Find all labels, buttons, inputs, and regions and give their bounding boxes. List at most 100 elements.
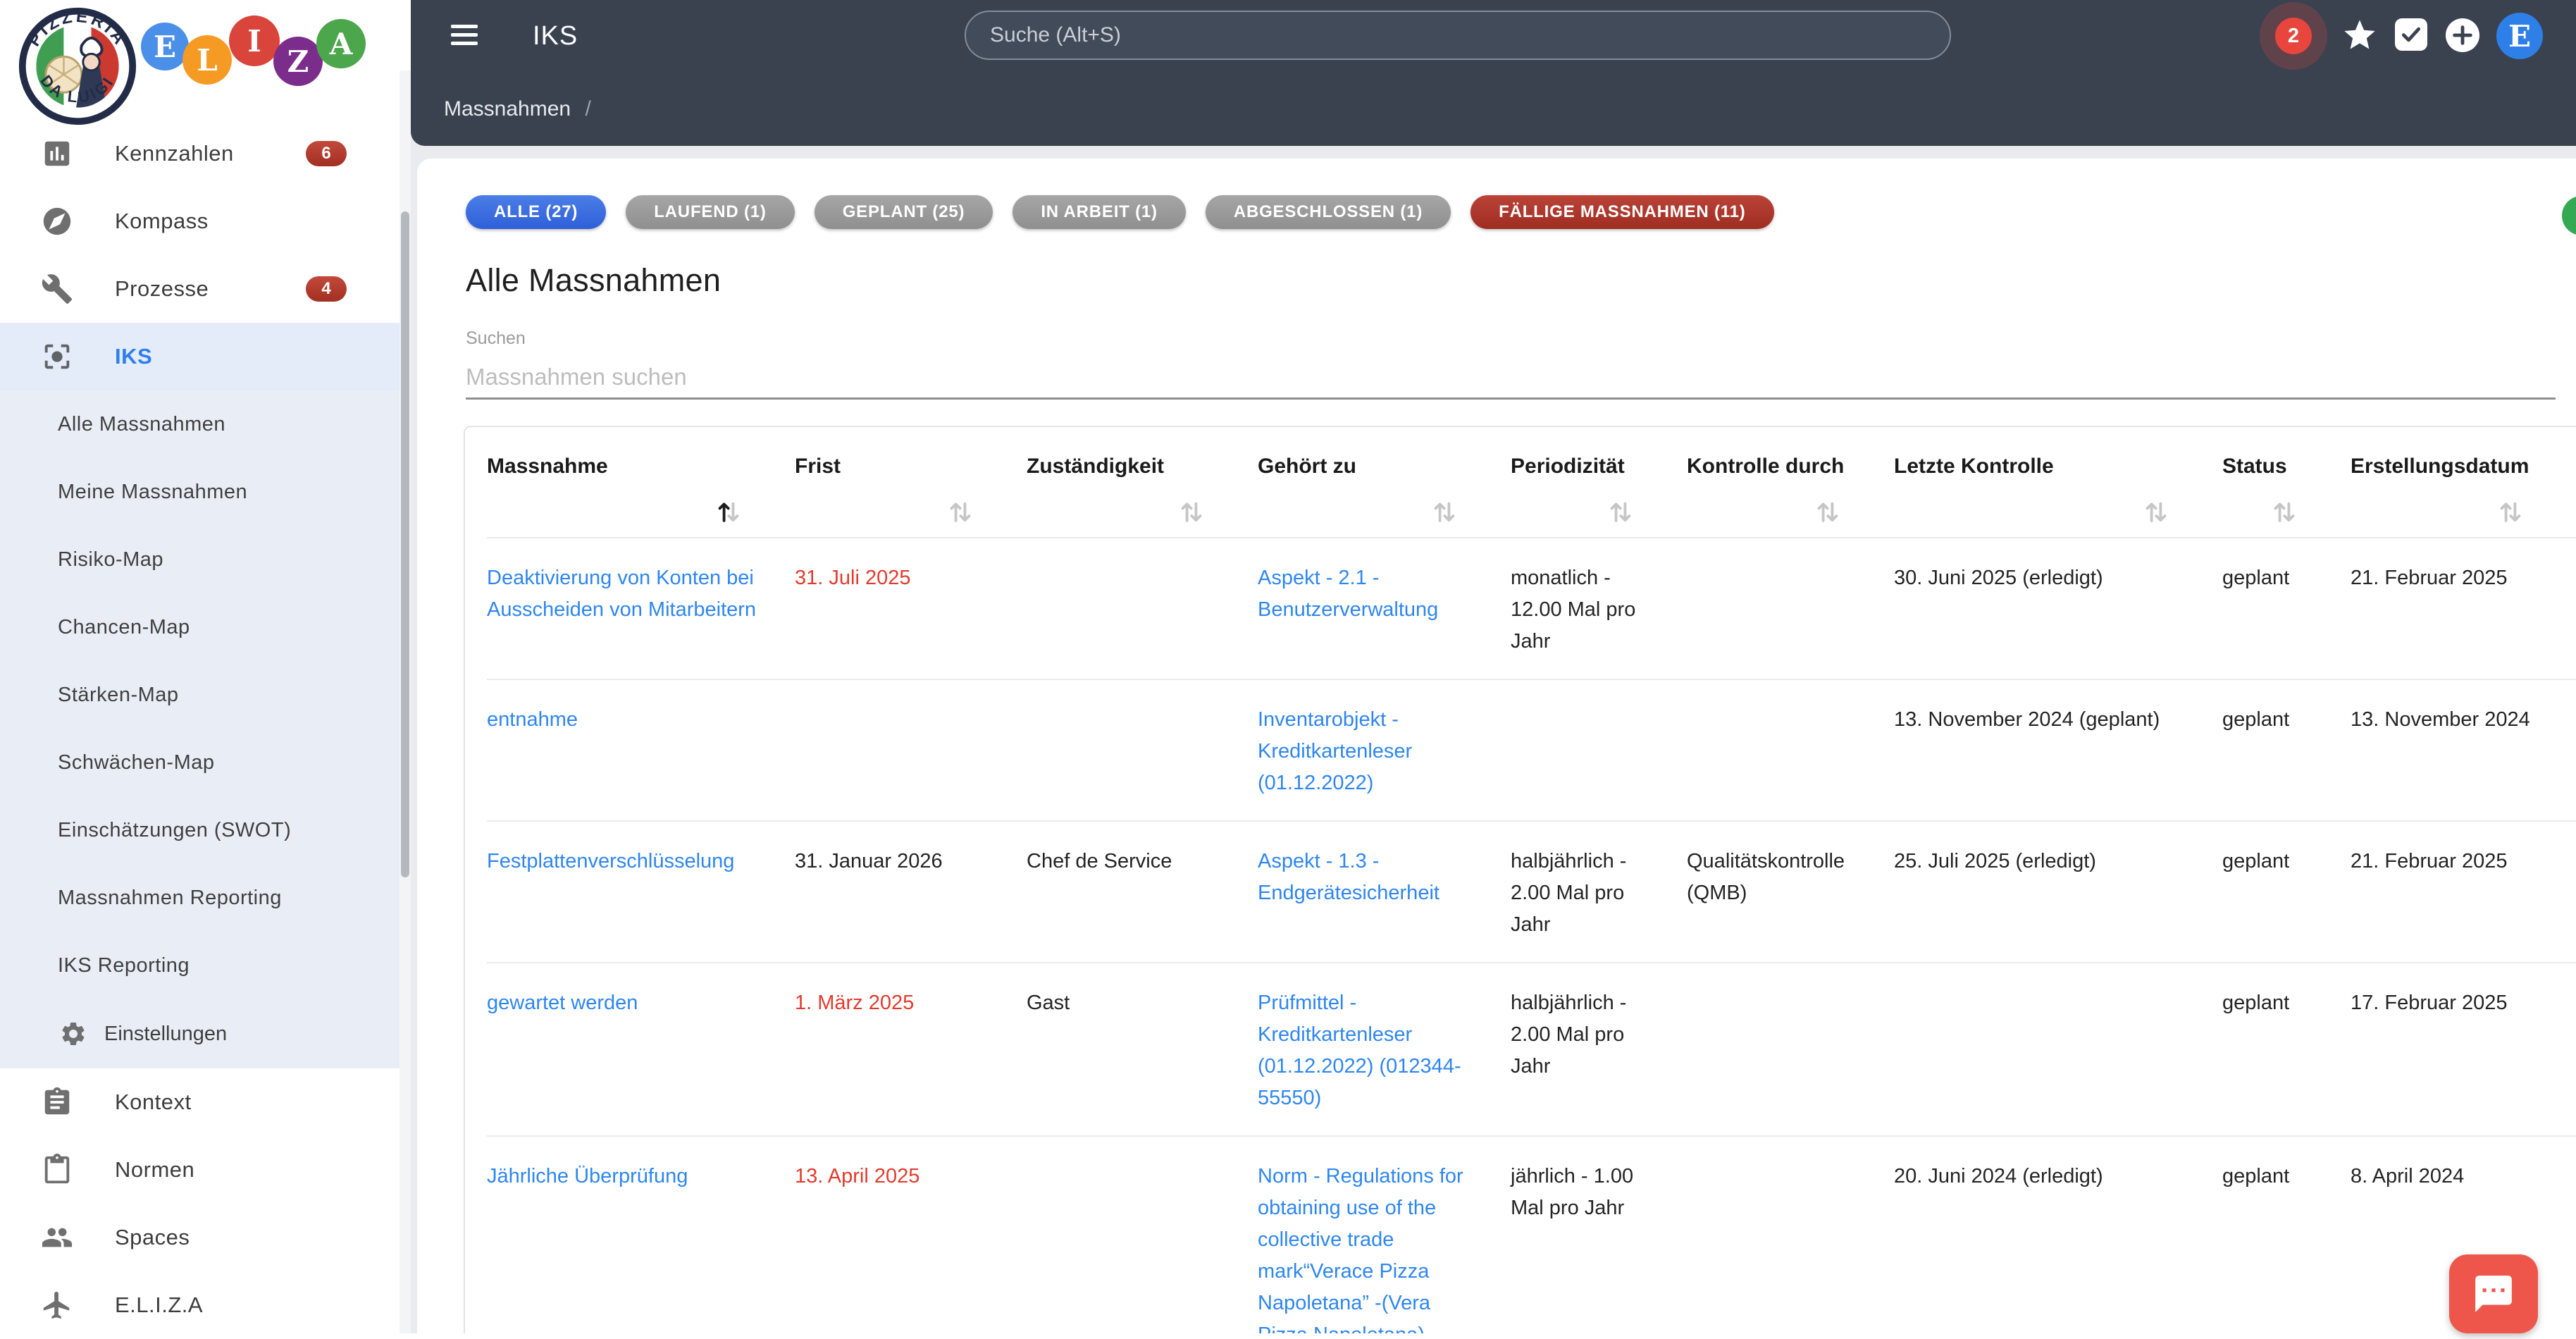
cell-letzte-kontrolle: 20. Juni 2024 (erledigt) (1894, 1137, 2222, 1333)
clipboard-text-icon (41, 1086, 73, 1118)
sidebar-item-kontext[interactable]: Kontext (0, 1068, 411, 1136)
page-title: Alle Massnahmen (466, 262, 2576, 299)
sort-arrows-icon[interactable] (1812, 496, 1843, 527)
chat-button[interactable] (2449, 1254, 2538, 1333)
cell-frist: 1. März 2025 (795, 963, 1027, 1135)
content-area: IKS Suche (Alt+S) 2 E Massnahmen / ALLE … (411, 0, 2576, 1333)
filter-chip[interactable]: FÄLLIGE MASSNAHMEN (11) (1470, 195, 1773, 229)
cell-gehoert-zu[interactable]: Prüfmittel - Kreditkartenleser (01.12.20… (1258, 963, 1511, 1135)
airplane-icon (41, 1289, 73, 1321)
table-row: gewartet werden1. März 2025GastPrüfmitte… (487, 962, 2576, 1135)
sidebar-item-einstellungen[interactable]: Einstellungen (0, 999, 411, 1068)
cell-massnahme[interactable]: entnahme (487, 680, 795, 820)
cell-zustaendigkeit (1027, 680, 1258, 820)
sidebar-subitem-iks-reporting[interactable]: IKS Reporting (0, 932, 411, 999)
table-row: Jährliche Überprüfung13. April 2025Norm … (487, 1135, 2576, 1333)
cell-frist: 31. Januar 2026 (795, 822, 1027, 962)
sidebar-item-label: Prozesse (115, 276, 209, 302)
breadcrumb-separator: / (585, 97, 590, 121)
notification-badge[interactable]: 2 (2275, 18, 2312, 54)
sort-arrows-icon[interactable] (2269, 496, 2300, 527)
sidebar-item-spaces[interactable]: Spaces (0, 1204, 411, 1271)
column-header[interactable]: Gehört zu (1258, 427, 1511, 537)
filter-chip[interactable]: ALLE (27) (466, 195, 606, 229)
breadcrumb-bar: Massnahmen / (411, 72, 2576, 146)
column-header[interactable]: Kontrolle durch (1687, 427, 1894, 537)
sidebar-item-label: Kontext (115, 1090, 192, 1115)
tasks-check-icon[interactable] (2395, 18, 2427, 51)
compass-icon (41, 205, 73, 237)
filter-chip[interactable]: ABGESCHLOSSEN (1) (1206, 195, 1451, 229)
cell-periodizitaet: halbjährlich - 2.00 Mal pro Jahr (1511, 822, 1687, 962)
sort-arrows-icon[interactable] (1429, 496, 1460, 527)
sort-arrows-icon[interactable] (713, 496, 744, 527)
column-header[interactable]: Status (2222, 427, 2351, 537)
column-header[interactable]: Frist (795, 427, 1027, 537)
search-label: Suchen (466, 328, 2576, 349)
column-header-label: Periodizität (1511, 452, 1655, 481)
sidebar-subitem-meine-massnahmen[interactable]: Meine Massnahmen (0, 458, 411, 526)
sort-arrows-icon[interactable] (1605, 496, 1636, 527)
app-logo[interactable]: PIZZERIA DA LUIGI E L I Z A (0, 0, 411, 120)
prozesse-badge: 4 (306, 276, 347, 302)
breadcrumb-item[interactable]: Massnahmen (444, 97, 571, 121)
sidebar-item-label: E.L.I.Z.A (115, 1292, 203, 1318)
cell-status: geplant (2222, 1137, 2351, 1333)
cell-gehoert-zu[interactable]: Aspekt - 1.3 - Endgerätesicherheit (1258, 822, 1511, 962)
sidebar-subitem-alle-massnahmen[interactable]: Alle Massnahmen (0, 390, 411, 458)
sidebar-subitem-massnahmen-reporting[interactable]: Massnahmen Reporting (0, 864, 411, 932)
column-header-label: Status (2222, 452, 2319, 481)
cell-periodizitaet (1511, 680, 1687, 820)
sidebar-subitem-schwaechen-map[interactable]: Schwächen-Map (0, 729, 411, 796)
cell-massnahme[interactable]: Festplattenverschlüsselung (487, 822, 795, 962)
hamburger-menu-icon[interactable] (451, 20, 482, 51)
column-header[interactable]: Massnahme (487, 427, 795, 537)
column-header-label: Erstellungsdatum (2351, 452, 2545, 481)
add-icon[interactable] (2446, 18, 2479, 52)
cell-massnahme[interactable]: Jährliche Überprüfung (487, 1137, 795, 1333)
filter-chip[interactable]: LAUFEND (1) (626, 195, 794, 229)
sidebar-item-kennzahlen[interactable]: Kennzahlen 6 (0, 120, 411, 187)
star-icon[interactable] (2341, 17, 2378, 57)
sort-arrows-icon[interactable] (945, 496, 976, 527)
sort-arrows-icon[interactable] (2495, 496, 2526, 527)
column-header[interactable]: Periodizität (1511, 427, 1687, 537)
cell-letzte-kontrolle: 25. Juli 2025 (erledigt) (1894, 822, 2222, 962)
main-panel: ALLE (27) LAUFEND (1) GEPLANT (25) IN ARBEI… (417, 159, 2576, 1333)
cell-periodizitaet: monatlich - 12.00 Mal pro Jahr (1511, 538, 1687, 679)
sort-arrows-icon[interactable] (2141, 496, 2172, 527)
cell-massnahme[interactable]: Deaktivierung von Konten bei Ausscheiden… (487, 538, 795, 679)
bar-chart-icon (41, 137, 73, 170)
user-avatar[interactable]: E (2496, 13, 2543, 59)
sidebar-item-label: Kompass (115, 209, 209, 234)
breadcrumb[interactable]: Massnahmen / (444, 97, 591, 121)
sidebar-item-kompass[interactable]: Kompass (0, 187, 411, 255)
sidebar-subitem-chancen-map[interactable]: Chancen-Map (0, 593, 411, 661)
global-search-input[interactable]: Suche (Alt+S) (965, 11, 1951, 60)
cell-gehoert-zu[interactable]: Norm - Regulations for obtaining use of … (1258, 1137, 1511, 1333)
cell-zustaendigkeit: Gast (1027, 963, 1258, 1135)
sort-arrows-icon[interactable] (1176, 496, 1207, 527)
eliza-letter-i: I (229, 16, 280, 66)
cell-erstellungsdatum: 17. Februar 2025 (2351, 963, 2576, 1135)
sidebar-scrollbar-thumb[interactable] (401, 211, 409, 877)
cell-erstellungsdatum: 13. November 2024 (2351, 680, 2576, 820)
sidebar-subitem-risiko-map[interactable]: Risiko-Map (0, 526, 411, 593)
filter-chip[interactable]: GEPLANT (25) (815, 195, 993, 229)
column-header[interactable]: Zuständigkeit (1027, 427, 1258, 537)
filter-chips: ALLE (27) LAUFEND (1) GEPLANT (25) IN ARBEI… (466, 195, 2576, 229)
cell-gehoert-zu[interactable]: Inventarobjekt - Kreditkartenleser (01.1… (1258, 680, 1511, 820)
sidebar-subitem-staerken-map[interactable]: Stärken-Map (0, 661, 411, 729)
sidebar-item-eliza[interactable]: E.L.I.Z.A (0, 1271, 411, 1339)
sidebar-item-iks[interactable]: IKS (0, 323, 411, 390)
sidebar-item-normen[interactable]: Normen (0, 1136, 411, 1204)
sidebar-item-prozesse[interactable]: Prozesse 4 (0, 255, 411, 323)
filter-chip[interactable]: IN ARBEIT (1) (1013, 195, 1186, 229)
column-header[interactable]: Erstellungsdatum (2351, 427, 2576, 537)
cell-kontrolle-durch (1687, 680, 1894, 820)
sidebar-subitem-einschaetzungen-swot[interactable]: Einschätzungen (SWOT) (0, 796, 411, 864)
massnahmen-search-input[interactable] (466, 356, 2556, 400)
cell-gehoert-zu[interactable]: Aspekt - 2.1 - Benutzerverwaltung (1258, 538, 1511, 679)
cell-massnahme[interactable]: gewartet werden (487, 963, 795, 1135)
column-header[interactable]: Letzte Kontrolle (1894, 427, 2222, 537)
